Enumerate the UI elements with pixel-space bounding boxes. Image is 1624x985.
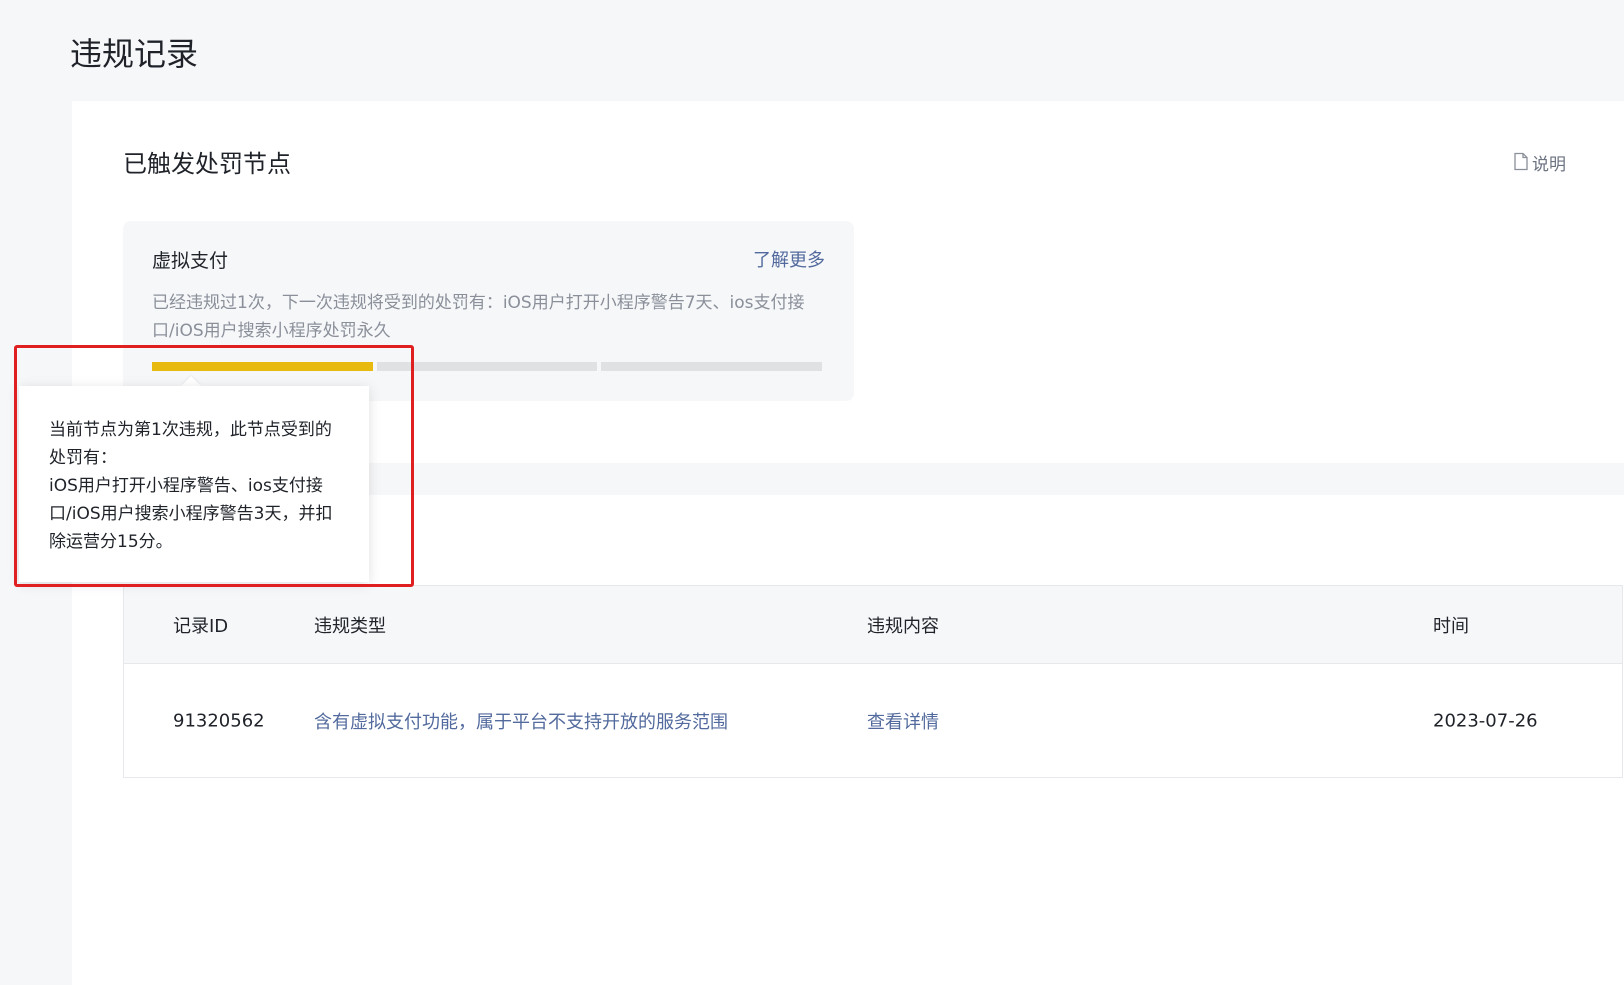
page-title: 违规记录 [70,35,199,73]
section-title: 已触发处罚节点 [123,150,291,178]
view-details-link[interactable]: 查看详情 [867,708,939,734]
header-time: 时间 [1433,615,1469,637]
header-violation-type: 违规类型 [314,615,386,637]
record-id: 91320562 [173,710,265,732]
explain-link[interactable]: 说明 [1513,152,1566,178]
progress-segment-2[interactable] [376,362,598,371]
document-icon [1513,152,1529,178]
explain-label: 说明 [1532,155,1566,175]
node-description: 已经违规过1次，下一次违规将受到的处罚有：iOS用户打开小程序警告7天、ios支… [152,293,805,341]
tooltip-arrow [181,376,201,386]
tooltip-line-2: iOS用户打开小程序警告、ios支付接口/iOS用户搜索小程序警告3天，并扣除运… [49,476,333,552]
penalty-progress-bar [152,362,823,371]
tooltip-line-1: 当前节点为第1次违规，此节点受到的处罚有： [49,420,332,468]
progress-segment-1[interactable] [152,362,373,371]
progress-segment-3[interactable] [601,362,823,371]
header-violation-content: 违规内容 [867,615,939,637]
penalty-tooltip: 当前节点为第1次违规，此节点受到的处罚有： iOS用户打开小程序警告、ios支付… [19,386,369,582]
record-time: 2023-07-26 [1433,710,1538,732]
learn-more-link[interactable]: 了解更多 [753,248,825,274]
violation-type-link[interactable]: 含有虚拟支付功能，属于平台不支持开放的服务范围 [314,708,728,734]
node-title: 虚拟支付 [152,250,229,272]
table-header: 记录ID 违规类型 违规内容 时间 [124,586,1622,664]
violation-table: 记录ID 违规类型 违规内容 时间 91320562 含有虚拟支付功能，属于平台… [123,585,1623,778]
header-record-id: 记录ID [173,615,229,637]
table-row: 91320562 含有虚拟支付功能，属于平台不支持开放的服务范围 查看详情 20… [124,664,1622,778]
